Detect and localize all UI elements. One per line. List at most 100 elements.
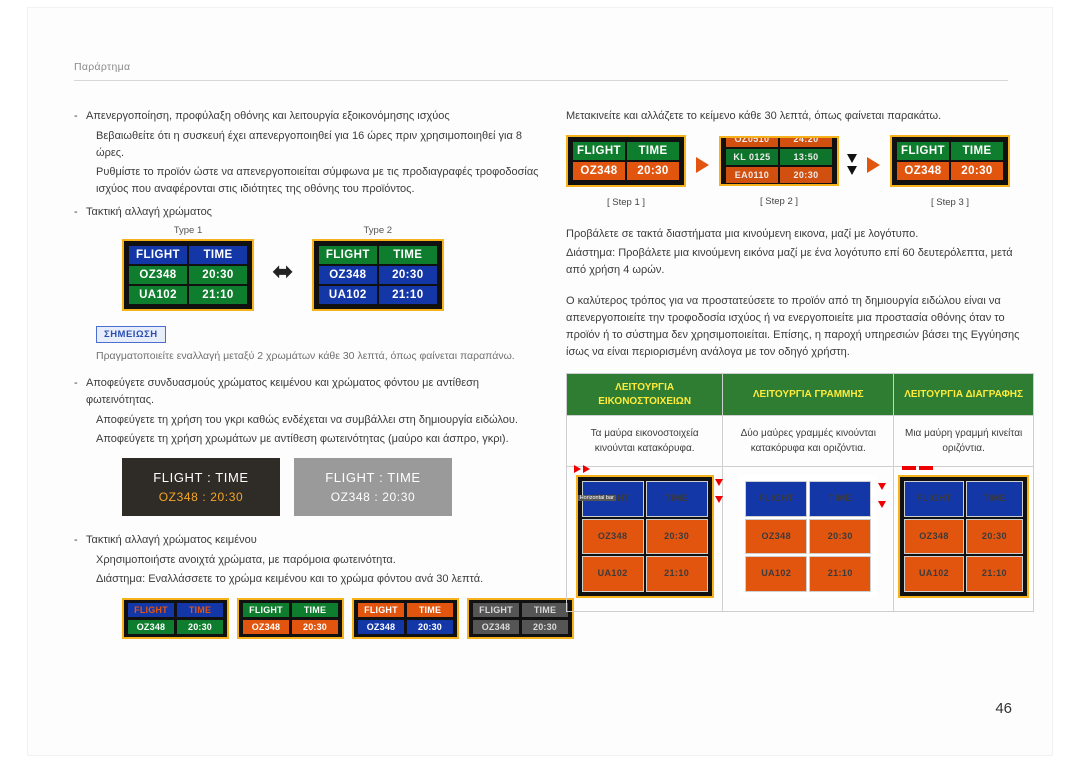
step1-time: TIME bbox=[627, 142, 679, 161]
demo-erase-mode: FLIGHT TIME OZ348 20:30 UA102 21:10 bbox=[893, 466, 1034, 612]
demo2-r2c: UA102 bbox=[745, 556, 808, 592]
type2-block: Type 2 FLIGHT TIME OZ348 20:30 UA102 21:… bbox=[311, 225, 444, 316]
type1-time-header: TIME bbox=[189, 246, 247, 265]
contrast-dark-line2: OZ348 : 20:30 bbox=[158, 490, 244, 505]
bullet-color-change: Τακτική αλλαγή χρώματος bbox=[74, 204, 544, 221]
type1-panel: FLIGHT TIME OZ348 20:30 UA102 21:10 bbox=[122, 239, 254, 312]
red-arrow-down-icon-1 bbox=[714, 479, 723, 487]
step2-scroll-1-time: 24:20 bbox=[780, 138, 832, 148]
red-arrow-down-icon-4 bbox=[878, 501, 887, 509]
demo-line-mode: FLIGHT TIME OZ348 20:30 UA102 21:10 bbox=[722, 466, 895, 612]
desc-pixel-mode: Τα μαύρα εικονοστοιχεία κινούνται κατακό… bbox=[565, 415, 724, 468]
type2-row1-code: OZ348 bbox=[318, 266, 377, 285]
strip4-time: TIME bbox=[522, 603, 568, 618]
step3-code: OZ348 bbox=[897, 162, 949, 181]
arrow-down-icon-1 bbox=[847, 154, 857, 164]
strip3-time: TIME bbox=[407, 603, 453, 618]
arrow-down-group bbox=[847, 154, 857, 176]
desc-line-mode: Δύο μαύρες γραμμές κινούνται κατακόρυφα … bbox=[722, 415, 895, 468]
bullet-power-saving: Απενεργοποίηση, προφύλαξη οθόνης και λει… bbox=[74, 108, 544, 125]
bullet-avoid-contrast: Αποφεύγετε συνδυασμούς χρώματος κειμένου… bbox=[74, 375, 544, 409]
demo1-panel-wrap: FLIGHT TIME OZ348 20:30 UA102 bbox=[573, 465, 723, 603]
left-column: Απενεργοποίηση, προφύλαξη οθόνης και λει… bbox=[74, 108, 574, 640]
demo3-panel: FLIGHT TIME OZ348 20:30 UA102 21:10 bbox=[898, 475, 1029, 598]
red-bar-2 bbox=[919, 466, 934, 471]
strip2-time2: 20:30 bbox=[292, 620, 338, 635]
demo2-panel: FLIGHT TIME OZ348 20:30 UA102 21:10 bbox=[739, 475, 878, 598]
para-textcolor-1: Χρησιμοποιήστε ανοιχτά χρώματα, με παρόμ… bbox=[96, 554, 396, 567]
strip-3: FLIGHT TIME OZ348 20:30 bbox=[352, 598, 459, 640]
para-move-text: Μετακινείτε και αλλάζετε το κείμενο κάθε… bbox=[566, 110, 942, 122]
type2-label: Type 2 bbox=[363, 225, 393, 237]
type2-time-header: TIME bbox=[378, 246, 437, 265]
step3-block: FLIGHT TIME OZ348 20:30 [ Step 3 ] bbox=[890, 135, 1010, 208]
strip2-code: OZ348 bbox=[243, 620, 289, 635]
contrast-gray-line1: FLIGHT : TIME bbox=[325, 470, 421, 486]
demo3-r1c: OZ348 bbox=[904, 518, 964, 555]
strip1-code: OZ348 bbox=[128, 620, 174, 635]
type1-label: Type 1 bbox=[173, 225, 203, 237]
contrast-sample-dark: FLIGHT : TIME OZ348 : 20:30 bbox=[122, 458, 280, 517]
type1-row2-code: UA102 bbox=[129, 286, 187, 305]
step2-panel: OZ0510 24:20 KL 0125 13:50 EA0110 20:30 bbox=[719, 136, 839, 187]
strip3-time2: 20:30 bbox=[407, 620, 453, 635]
demo1-r1t: 20:30 bbox=[645, 518, 708, 555]
demo2-r1c: OZ348 bbox=[745, 518, 808, 555]
contrast-gray-line2: OZ348 : 20:30 bbox=[330, 490, 416, 505]
demo3-panel-wrap: FLIGHT TIME OZ348 20:30 UA102 21:10 bbox=[898, 466, 1029, 603]
demo3-time: TIME bbox=[965, 481, 1023, 517]
table-desc-row: Τα μαύρα εικονοστοιχεία κινούνται κατακό… bbox=[565, 415, 1034, 468]
para-power-1: Βεβαιωθείτε ότι η συσκευή έχει απενεργοπ… bbox=[96, 130, 522, 160]
step2-scroll-4-time: 16:50 bbox=[780, 185, 832, 186]
steps-row: FLIGHT TIME OZ348 20:30 [ Step 1 ] OZ051… bbox=[566, 135, 1034, 208]
red-arrow-down-icon-2 bbox=[714, 496, 723, 504]
red-arrow-right-icon-2 bbox=[582, 465, 590, 474]
step2-scroll-3-time: 20:30 bbox=[780, 167, 832, 184]
demo2-time: TIME bbox=[809, 481, 872, 517]
header-divider bbox=[74, 80, 1008, 81]
page-number: 46 bbox=[995, 700, 1012, 717]
note-badge: ΣΗΜΕΙΩΣΗ bbox=[96, 326, 166, 344]
step3-panel: FLIGHT TIME OZ348 20:30 bbox=[890, 135, 1010, 188]
strip4-flight: FLIGHT bbox=[473, 603, 519, 618]
para-contrast-2: Αποφεύγετε τη χρήση χρωμάτων με αντίθεση… bbox=[96, 433, 509, 446]
arrow-down-icon-2 bbox=[847, 166, 857, 176]
step3-time: TIME bbox=[951, 142, 1003, 161]
para-logo-animation: Προβάλετε σε τακτά διαστήματα μια κινούμ… bbox=[566, 228, 919, 241]
strip3-code: OZ348 bbox=[358, 620, 404, 635]
page-canvas: Παράρτημα Απενεργοποίηση, προφύλαξη οθόν… bbox=[28, 8, 1052, 755]
type2-row1-time: 20:30 bbox=[378, 266, 437, 285]
step2-caption: [ Step 2 ] bbox=[759, 196, 799, 208]
functions-table: ΛΕΙΤΟΥΡΓΙΑ ΕΙΚΟΝΟΣΤΟΙΧΕΙΩΝ ΛΕΙΤΟΥΡΓΙΑ ΓΡ… bbox=[565, 373, 1034, 612]
text-color-strip-row: FLIGHT TIME OZ348 20:30 FLIGHT TIME OZ34… bbox=[74, 598, 574, 640]
demo2-panel-wrap: FLIGHT TIME OZ348 20:30 UA102 21:10 bbox=[739, 475, 887, 603]
contrast-samples-row: FLIGHT : TIME OZ348 : 20:30 FLIGHT : TIM… bbox=[74, 458, 544, 517]
type1-block: Type 1 FLIGHT TIME OZ348 20:30 UA102 21:… bbox=[122, 225, 254, 316]
right-column: Μετακινείτε και αλλάζετε το κείμενο κάθε… bbox=[565, 108, 1034, 612]
red-arrow-down-icon-3 bbox=[878, 483, 887, 491]
strip-2: FLIGHT TIME OZ348 20:30 bbox=[237, 598, 344, 640]
step2-scroll-2-code: KL 0125 bbox=[726, 149, 778, 166]
type-comparison-row: Type 1 FLIGHT TIME OZ348 20:30 UA102 21:… bbox=[74, 225, 544, 316]
type1-flight-header: FLIGHT bbox=[129, 246, 187, 265]
demo1-time: TIME bbox=[645, 481, 708, 517]
table-header-row: ΛΕΙΤΟΥΡΓΙΑ ΕΙΚΟΝΟΣΤΟΙΧΕΙΩΝ ΛΕΙΤΟΥΡΓΙΑ ΓΡ… bbox=[565, 373, 1034, 417]
header-erase-mode: ΛΕΙΤΟΥΡΓΙΑ ΔΙΑΓΡΑΦΗΣ bbox=[893, 373, 1034, 417]
strip1-time: TIME bbox=[177, 603, 223, 618]
swap-arrow-icon: ⬌ bbox=[272, 255, 294, 286]
para-power-2: Ρυθμίστε το προϊόν ώστε να απενεργοποιεί… bbox=[96, 166, 539, 196]
step2-scroll-1-code: OZ0510 bbox=[726, 138, 778, 148]
demo1-caption: Horizontal bar bbox=[577, 495, 616, 502]
arrow-right-icon-1 bbox=[696, 156, 709, 173]
demo3-flight: FLIGHT bbox=[904, 481, 964, 517]
strip1-flight: FLIGHT bbox=[128, 603, 174, 618]
demo2-r2t: 21:10 bbox=[809, 556, 872, 592]
step2-scroll-3-code: EA0110 bbox=[726, 167, 778, 184]
para-interval: Διάστημα: Προβάλετε μια κινούμενη εικόνα… bbox=[566, 247, 1013, 277]
demo1-side-arrows bbox=[714, 479, 723, 504]
para-contrast-1: Αποφεύγετε τη χρήση του γκρι καθώς ενδέχ… bbox=[96, 414, 518, 427]
note-text: Πραγματοποιείτε εναλλαγή μεταξύ 2 χρωμάτ… bbox=[96, 350, 515, 363]
step1-flight: FLIGHT bbox=[573, 142, 625, 161]
step3-time2: 20:30 bbox=[951, 162, 1003, 181]
demo2-flight: FLIGHT bbox=[745, 481, 808, 517]
